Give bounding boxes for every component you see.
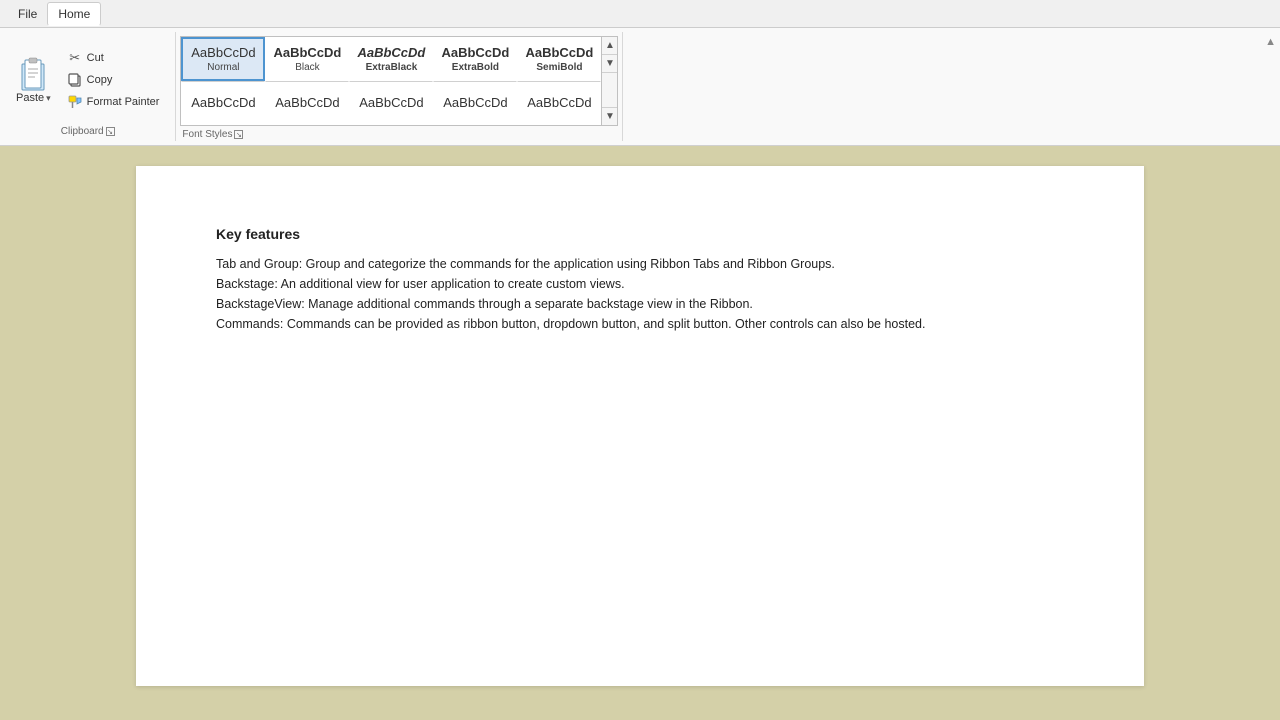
copy-icon-svg <box>68 73 82 87</box>
paste-icon <box>17 56 49 92</box>
document-body: Tab and Group: Group and categorize the … <box>216 254 1064 334</box>
cut-label: Cut <box>87 52 104 64</box>
style-extrabold-sample: AaBbCcDd <box>441 45 509 61</box>
font-styles-label-row: Font Styles ↘ <box>180 126 618 141</box>
format-painter-button[interactable]: Format Painter <box>63 92 164 112</box>
scroll-up-arrow[interactable]: ▲ <box>602 37 617 55</box>
style-extra-bold[interactable]: AaBbCcDd ExtraBold <box>433 37 517 81</box>
format-painter-icon <box>67 94 83 110</box>
font-styles-scrollbar: ▲ ▼ ▼ <box>602 36 618 126</box>
style-r2-2[interactable]: AaBbCcDd <box>349 81 433 125</box>
style-r2-2-sample: AaBbCcDd <box>359 95 423 111</box>
style-r2-1[interactable]: AaBbCcDd <box>265 81 349 125</box>
style-extrabold-name: ExtraBold <box>452 62 499 73</box>
clipboard-group: Paste ▾ ✂ Cut Copy <box>0 32 176 141</box>
style-black-sample: AaBbCcDd <box>273 45 341 61</box>
scroll-down-arrow[interactable]: ▼ <box>602 55 617 73</box>
font-styles-label: Font Styles ↘ <box>182 129 243 140</box>
copy-icon <box>67 72 83 88</box>
clipboard-group-content: Paste ▾ ✂ Cut Copy <box>8 36 167 124</box>
format-painter-label: Format Painter <box>87 96 160 108</box>
style-semibold-sample: AaBbCcDd <box>525 45 593 61</box>
ribbon-collapse-button[interactable]: ▲ <box>1261 32 1280 52</box>
clipboard-group-label: Clipboard ↘ <box>61 126 115 137</box>
ribbon: Paste ▾ ✂ Cut Copy <box>0 28 1280 146</box>
font-styles-expand-icon[interactable]: ↘ <box>234 130 243 139</box>
doc-line-3: Commands: Commands can be provided as ri… <box>216 314 1064 334</box>
document-heading: Key features <box>216 226 1064 242</box>
style-r2-4-sample: AaBbCcDd <box>527 95 591 111</box>
document-area: Key features Tab and Group: Group and ca… <box>0 146 1280 700</box>
style-r2-3-sample: AaBbCcDd <box>443 95 507 111</box>
style-black[interactable]: AaBbCcDd Black <box>265 37 349 81</box>
style-normal[interactable]: AaBbCcDd Normal <box>181 37 265 81</box>
style-semi-bold[interactable]: AaBbCcDd SemiBold <box>517 37 601 81</box>
style-normal-name: Normal <box>207 62 239 73</box>
paste-icon-svg <box>17 56 49 92</box>
format-painter-icon-svg <box>68 95 82 109</box>
style-extrablack-name: ExtraBlack <box>366 62 418 73</box>
paste-text: Paste <box>16 92 44 104</box>
style-extrablack-sample: AaBbCcDd <box>357 45 425 61</box>
font-styles-group: AaBbCcDd Normal AaBbCcDd Black AaBbCcDd … <box>176 32 623 141</box>
small-clipboard-buttons: ✂ Cut Copy <box>59 36 168 124</box>
style-r2-3[interactable]: AaBbCcDd <box>433 81 517 125</box>
style-normal-sample: AaBbCcDd <box>191 45 255 61</box>
doc-line-1: Backstage: An additional view for user a… <box>216 274 1064 294</box>
style-semibold-name: SemiBold <box>536 62 582 73</box>
font-styles-grid: AaBbCcDd Normal AaBbCcDd Black AaBbCcDd … <box>180 36 602 126</box>
scroll-expand-arrow[interactable]: ▼ <box>602 107 617 125</box>
menu-item-home[interactable]: Home <box>47 2 101 26</box>
doc-line-0: Tab and Group: Group and categorize the … <box>216 254 1064 274</box>
paste-label: Paste ▾ <box>16 92 51 104</box>
font-styles-label-text: Font Styles <box>182 129 232 140</box>
clipboard-expand-icon[interactable]: ↘ <box>106 127 115 136</box>
style-r2-0[interactable]: AaBbCcDd <box>181 81 265 125</box>
menu-bar: File Home <box>0 0 1280 28</box>
style-black-name: Black <box>295 62 319 73</box>
style-r2-0-sample: AaBbCcDd <box>191 95 255 111</box>
menu-item-file[interactable]: File <box>8 3 47 25</box>
document-page[interactable]: Key features Tab and Group: Group and ca… <box>136 166 1144 686</box>
paste-dropdown-arrow: ▾ <box>46 93 51 104</box>
copy-button[interactable]: Copy <box>63 70 164 90</box>
style-r2-1-sample: AaBbCcDd <box>275 95 339 111</box>
copy-label: Copy <box>87 74 113 86</box>
cut-button[interactable]: ✂ Cut <box>63 48 164 68</box>
paste-button[interactable]: Paste ▾ <box>8 36 59 124</box>
clipboard-label-text: Clipboard <box>61 126 104 137</box>
style-r2-4[interactable]: AaBbCcDd <box>517 81 601 125</box>
font-styles-container: AaBbCcDd Normal AaBbCcDd Black AaBbCcDd … <box>180 36 618 126</box>
doc-line-2: BackstageView: Manage additional command… <box>216 294 1064 314</box>
style-extra-black[interactable]: AaBbCcDd ExtraBlack <box>349 37 433 81</box>
scissors-icon: ✂ <box>67 50 83 66</box>
